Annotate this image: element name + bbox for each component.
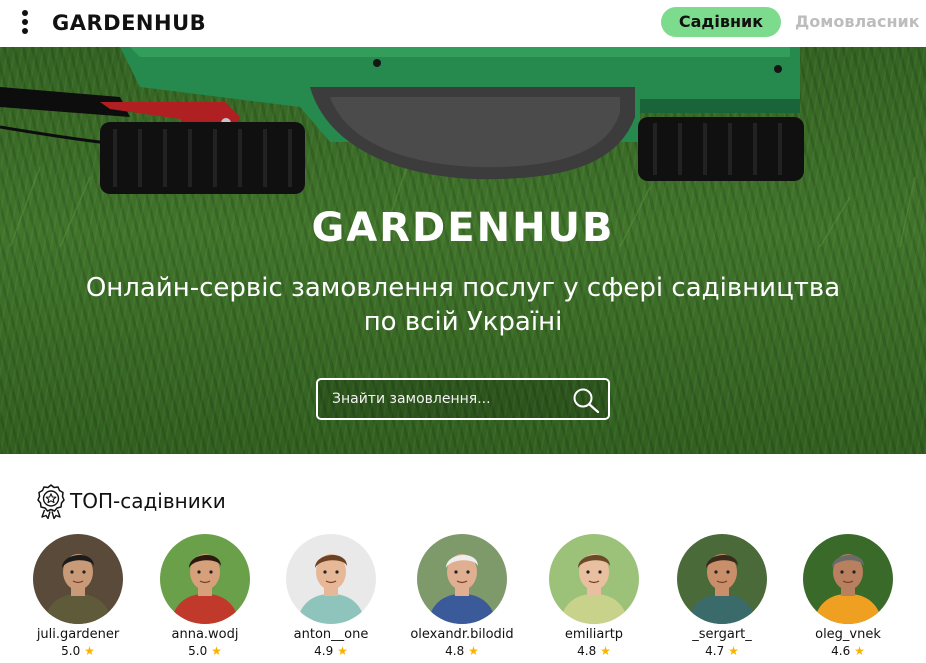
logo[interactable]: GARDENHUB [52, 11, 206, 35]
gardener-rating: 4.7 ★ [657, 644, 787, 658]
star-icon: ★ [850, 644, 865, 658]
avatar[interactable] [677, 534, 767, 624]
more-menu-icon[interactable] [18, 10, 32, 34]
gardener-name: oleg_vnek [815, 627, 881, 642]
rating-value: 5.0 [188, 644, 208, 658]
gardener-name: anton__one [293, 627, 369, 642]
order-search-input[interactable] [332, 389, 562, 409]
gardener-card[interactable]: anton__one 4.9 ★ [266, 534, 396, 658]
star-icon: ★ [596, 644, 611, 658]
star-icon: ★ [207, 644, 222, 658]
rating-value: 4.9 [314, 644, 334, 658]
gardener-name: _sergart_ [692, 627, 752, 642]
section-title: ТОП-садівники [70, 489, 226, 513]
search-icon[interactable] [572, 387, 600, 413]
gardener-rating: 4.8 ★ [529, 644, 659, 658]
gardener-name: juli.gardener [36, 627, 120, 642]
avatar[interactable] [549, 534, 639, 624]
award-badge-icon [37, 484, 65, 519]
gardener-name: emiliartp [564, 627, 624, 642]
rating-value: 4.8 [577, 644, 597, 658]
hero-subtitle-line-1: Онлайн-сервіс замовлення послуг у сфері … [85, 273, 841, 303]
star-icon: ★ [80, 644, 95, 658]
role-homeowner-button[interactable]: Домовласник [795, 7, 920, 37]
hero-subtitle-line-2: по всій Україні [363, 307, 563, 337]
order-search-box[interactable] [316, 378, 610, 420]
rating-value: 5.0 [61, 644, 81, 658]
top-bar: GARDENHUB Садівник Домовласник [0, 0, 926, 47]
gardener-card[interactable]: oleg_vnek 4.6 ★ [783, 534, 913, 658]
hero-banner: GARDENHUB Онлайн-сервіс замовлення послу… [0, 47, 926, 454]
star-icon: ★ [724, 644, 739, 658]
avatar[interactable] [33, 534, 123, 624]
star-icon: ★ [333, 644, 348, 658]
rating-value: 4.8 [445, 644, 465, 658]
gardener-rating: 4.8 ★ [397, 644, 527, 658]
rating-value: 4.6 [831, 644, 851, 658]
avatar[interactable] [417, 534, 507, 624]
gardeners-list: juli.gardener 5.0 ★ anna.wodj 5.0 ★ anton__o… [0, 534, 926, 663]
role-gardener-button[interactable]: Садівник [661, 7, 781, 37]
avatar[interactable] [803, 534, 893, 624]
gardener-name: olexandr.bilodid [410, 627, 514, 642]
gardener-rating: 5.0 ★ [13, 644, 143, 658]
avatar[interactable] [286, 534, 376, 624]
top-gardeners-section: ТОП-садівники juli.gardener 5.0 ★ anna.wod… [0, 454, 926, 663]
hero-title: GARDENHUB [311, 205, 615, 251]
gardener-card[interactable]: olexandr.bilodid 4.8 ★ [397, 534, 527, 658]
star-icon: ★ [464, 644, 479, 658]
gardener-card[interactable]: emiliartp 4.8 ★ [529, 534, 659, 658]
gardener-rating: 4.6 ★ [783, 644, 913, 658]
gardener-rating: 5.0 ★ [140, 644, 270, 658]
avatar[interactable] [160, 534, 250, 624]
gardener-card[interactable]: anna.wodj 5.0 ★ [140, 534, 270, 658]
gardener-rating: 4.9 ★ [266, 644, 396, 658]
hero-subtitle: Онлайн-сервіс замовлення послуг у сфері … [60, 271, 866, 339]
gardener-card[interactable]: juli.gardener 5.0 ★ [13, 534, 143, 658]
gardener-name: anna.wodj [171, 627, 239, 642]
gardener-card[interactable]: _sergart_ 4.7 ★ [657, 534, 787, 658]
rating-value: 4.7 [705, 644, 725, 658]
